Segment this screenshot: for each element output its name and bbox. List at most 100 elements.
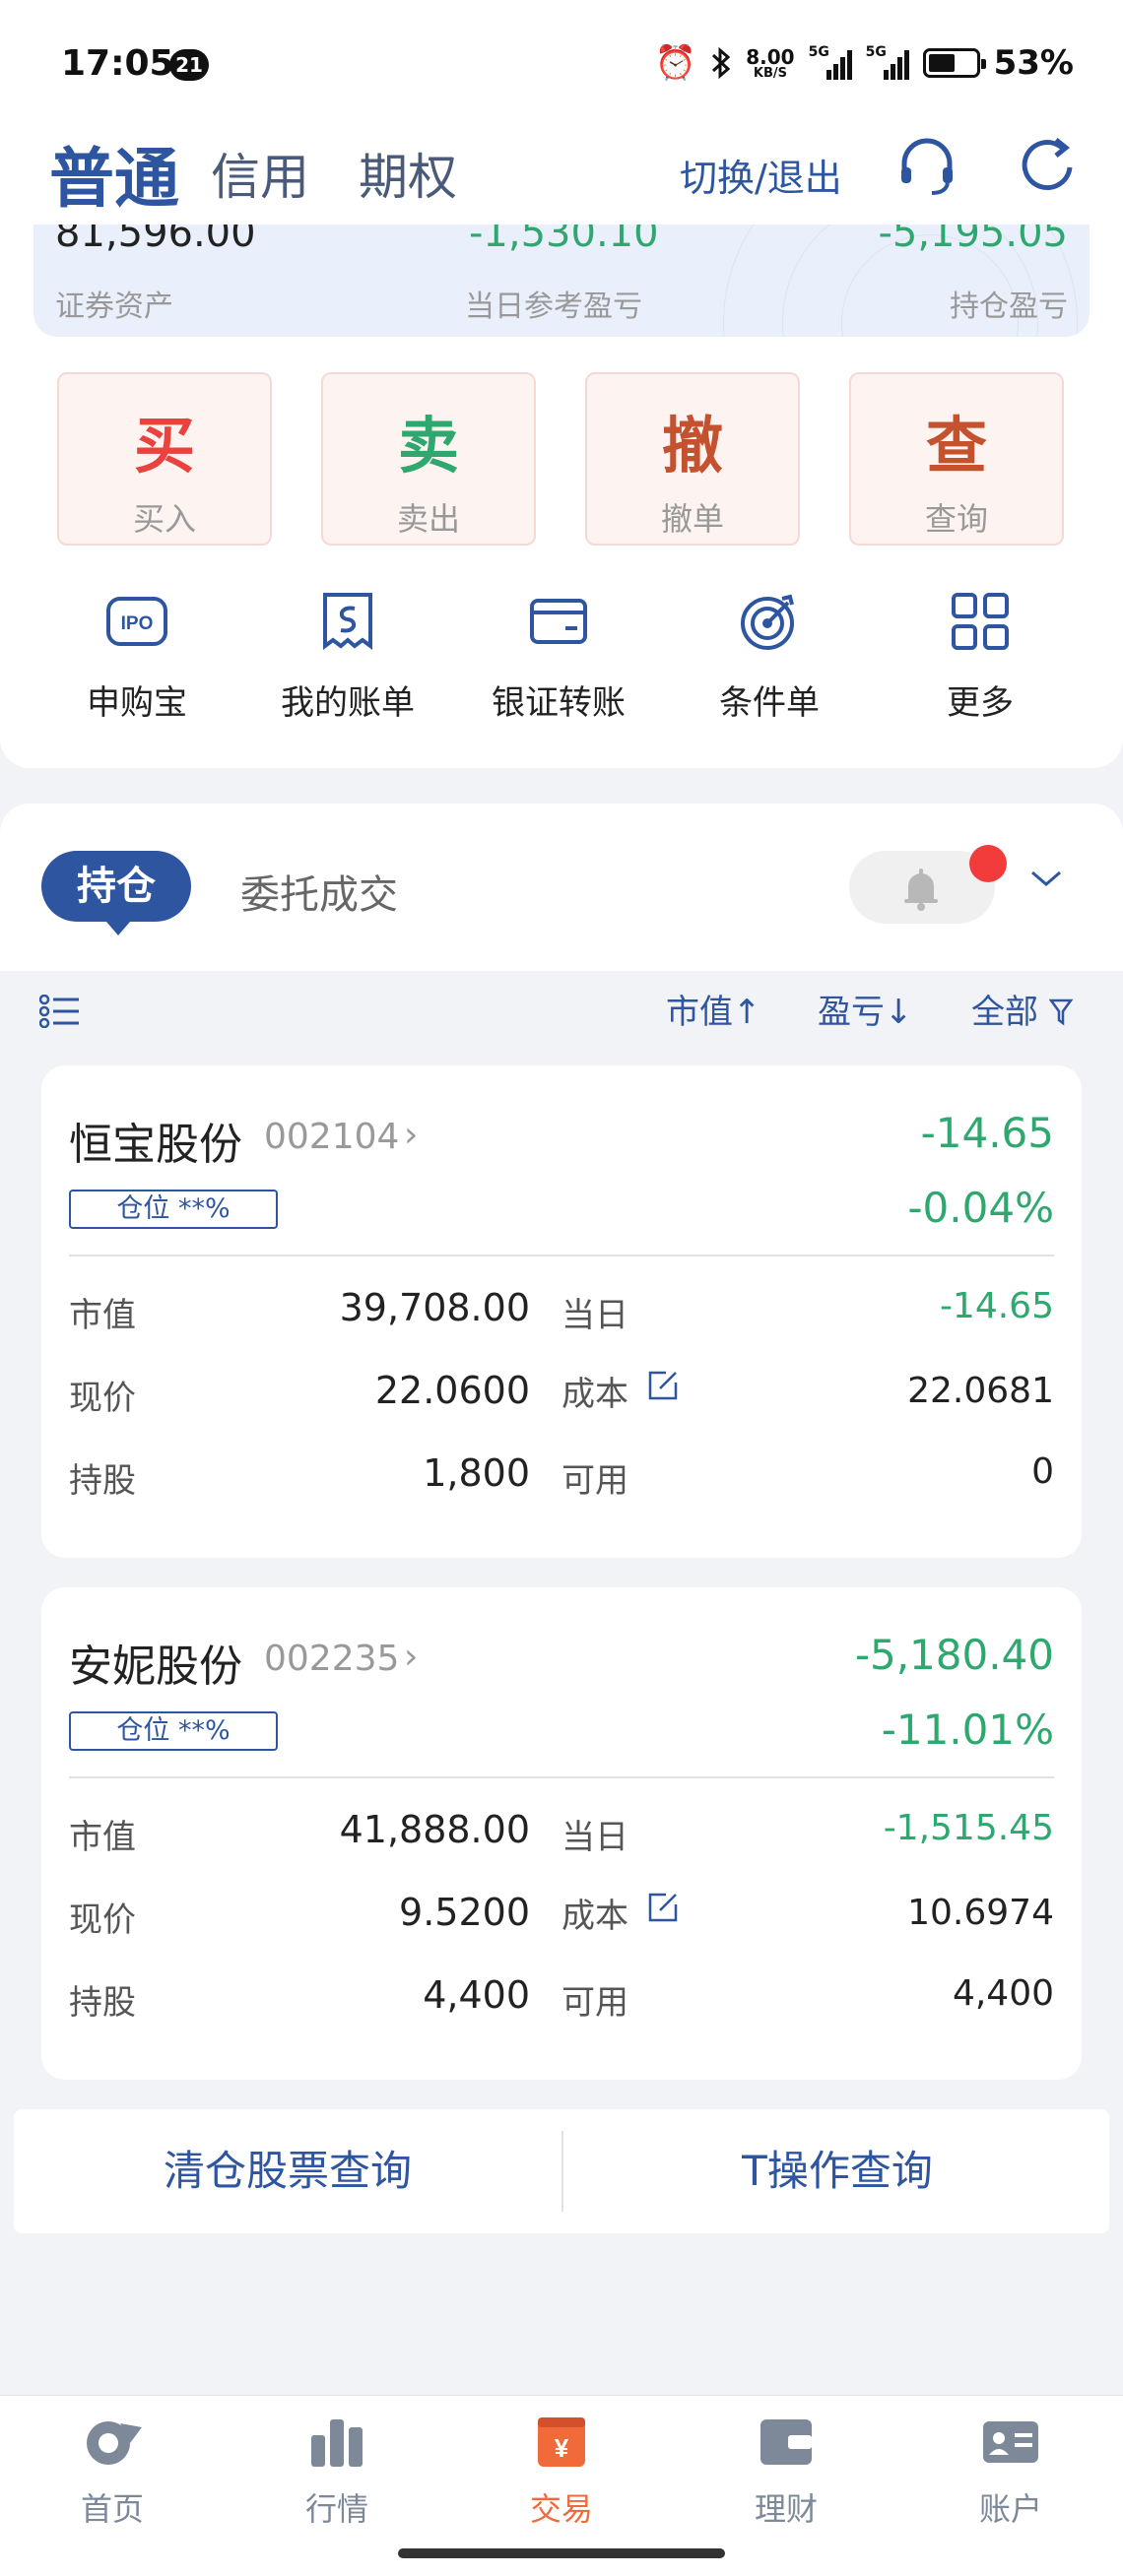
headset-icon[interactable] (892, 132, 961, 201)
tab-positions[interactable]: 持仓 (41, 851, 191, 935)
divider (69, 1255, 1054, 1256)
market-value: 41,888.00 (339, 1808, 530, 1851)
trade-header: 普通 信用 期权 切换/退出 (0, 108, 1123, 226)
shares-held: 4,400 (423, 1973, 530, 2017)
signal-icon: 5G (866, 44, 909, 80)
tab-trade[interactable]: ¥ 交易 (449, 2410, 674, 2530)
market-value-label: 市值 (69, 1296, 136, 1335)
target-icon (741, 594, 794, 650)
grid-icon (952, 593, 1009, 650)
chevron-down-icon[interactable] (1028, 867, 1064, 890)
account-panel: 81,596.00 证券资产 -1,530.10 当日参考盈亏 -5,195.0… (0, 225, 1123, 768)
position-card[interactable]: 安妮股份 002235 › 仓位 **% -5,180.40 -11.01% 市… (41, 1587, 1082, 2080)
chevron-right-icon: › (404, 1115, 419, 1155)
position-pl-label: 持仓盈亏 (950, 290, 1068, 324)
securities-assets-label: 证券资产 (55, 290, 173, 324)
daily-pl-value: -1,530.10 (469, 225, 659, 256)
tab-normal[interactable]: 普通 (49, 126, 179, 221)
cancel-order-button[interactable]: 撤 撤单 (585, 372, 800, 546)
position-card[interactable]: 恒宝股份 002104 › 仓位 **% -14.65 -0.04% 市值 39… (41, 1065, 1082, 1558)
filter-icon (1048, 998, 1074, 1026)
asset-summary-card[interactable]: 81,596.00 证券资产 -1,530.10 当日参考盈亏 -5,195.0… (33, 225, 1090, 337)
tab-orders-trades[interactable]: 委托成交 (240, 863, 398, 920)
shares-label: 持股 (69, 1983, 136, 2023)
bell-icon (904, 869, 938, 911)
position-ratio-badge: 仓位 **% (69, 1711, 278, 1751)
notification-count-badge: 21 (169, 49, 209, 81)
home-indicator (398, 2548, 725, 2558)
positions-header: 持仓 委托成交 (0, 804, 1123, 971)
stock-code: 002104 (264, 1117, 400, 1157)
tab-market[interactable]: 行情 (225, 2410, 449, 2530)
bluetooth-icon (712, 46, 731, 80)
battery-icon (922, 48, 986, 78)
market-value: 39,708.00 (339, 1286, 530, 1329)
status-icons: ⏰ 8.00 KB/S 5G 5G 53% (655, 43, 1074, 83)
today-pl-label: 当日 (562, 1296, 628, 1335)
quick-link-transfer[interactable]: 银证转账 (453, 589, 664, 724)
stock-name: 恒宝股份 (69, 1120, 242, 1170)
bill-icon (323, 593, 372, 650)
sort-market-value[interactable]: 市值↑ (666, 985, 761, 1033)
ipo-icon: IPO (106, 597, 167, 646)
signal-icon: 5G (809, 44, 852, 80)
position-ratio-badge: 仓位 **% (69, 1190, 278, 1229)
query-button[interactable]: 查 查询 (849, 372, 1064, 546)
sort-bar: 市值↑ 盈亏↓ 全部 (0, 971, 1123, 1046)
chevron-right-icon: › (404, 1637, 419, 1677)
quick-link-bill[interactable]: 我的账单 (242, 589, 453, 724)
filter-all[interactable]: 全部 (971, 985, 1077, 1033)
current-price: 22.0600 (374, 1369, 530, 1412)
shares-held: 1,800 (423, 1451, 530, 1495)
position-pl-value: -5,195.05 (878, 225, 1068, 256)
position-pl: -5,180.40 (854, 1631, 1054, 1679)
sort-profit[interactable]: 盈亏↓ (818, 985, 913, 1033)
quick-link-more[interactable]: 更多 (875, 589, 1086, 724)
quick-link-condition-order[interactable]: 条件单 (664, 589, 875, 724)
tab-options[interactable]: 期权 (359, 138, 457, 209)
market-value-label: 市值 (69, 1818, 136, 1857)
price-label: 现价 (69, 1379, 136, 1418)
edit-icon[interactable] (646, 1891, 680, 1924)
tab-wealth[interactable]: 理财 (674, 2410, 898, 2530)
shares-available: 0 (1031, 1451, 1054, 1492)
daily-pl-label: 当日参考盈亏 (465, 290, 642, 324)
alert-dot (969, 845, 1007, 882)
card-icon (530, 599, 587, 644)
buy-button[interactable]: 买 买入 (57, 372, 272, 546)
trade-icon: ¥ (538, 2417, 585, 2467)
status-time: 17:05 (61, 43, 174, 84)
cost-price: 22.0681 (907, 1371, 1054, 1411)
edit-icon[interactable] (646, 1369, 680, 1402)
tab-account[interactable]: 账户 (898, 2410, 1123, 2530)
svg-text:IPO: IPO (121, 613, 154, 634)
alarm-icon: ⏰ (654, 43, 697, 83)
current-price: 9.5200 (399, 1891, 530, 1934)
chart-icon (311, 2419, 363, 2467)
network-speed: 8.00 KB/S (746, 44, 795, 81)
list-icon[interactable] (39, 995, 83, 1028)
svg-text:¥: ¥ (555, 2433, 569, 2463)
stock-name: 安妮股份 (69, 1642, 242, 1692)
today-pl: -1,515.45 (883, 1808, 1054, 1848)
tab-home[interactable]: 首页 (0, 2410, 225, 2530)
cost-price: 10.6974 (907, 1893, 1054, 1933)
refresh-icon[interactable] (1013, 132, 1082, 201)
shares-available: 4,400 (952, 1973, 1054, 2014)
available-label: 可用 (562, 1983, 628, 2023)
price-label: 现价 (69, 1900, 136, 1940)
stock-code: 002235 (264, 1639, 400, 1679)
switch-exit-button[interactable]: 切换/退出 (680, 148, 842, 202)
today-pl-label: 当日 (562, 1818, 628, 1857)
sell-button[interactable]: 卖 卖出 (321, 372, 536, 546)
cleared-stocks-query-button[interactable]: 清仓股票查询 (14, 2109, 562, 2233)
quick-link-ipo[interactable]: IPO 申购宝 (32, 589, 242, 724)
available-label: 可用 (562, 1461, 628, 1501)
position-pl: -14.65 (920, 1109, 1054, 1157)
position-pl-percent: -0.04% (907, 1184, 1054, 1232)
securities-assets-value: 81,596.00 (55, 225, 256, 256)
position-pl-percent: -11.01% (881, 1706, 1054, 1754)
tab-credit[interactable]: 信用 (211, 138, 309, 209)
battery-percent: 53% (993, 43, 1074, 83)
t-trade-query-button[interactable]: T操作查询 (563, 2109, 1111, 2233)
